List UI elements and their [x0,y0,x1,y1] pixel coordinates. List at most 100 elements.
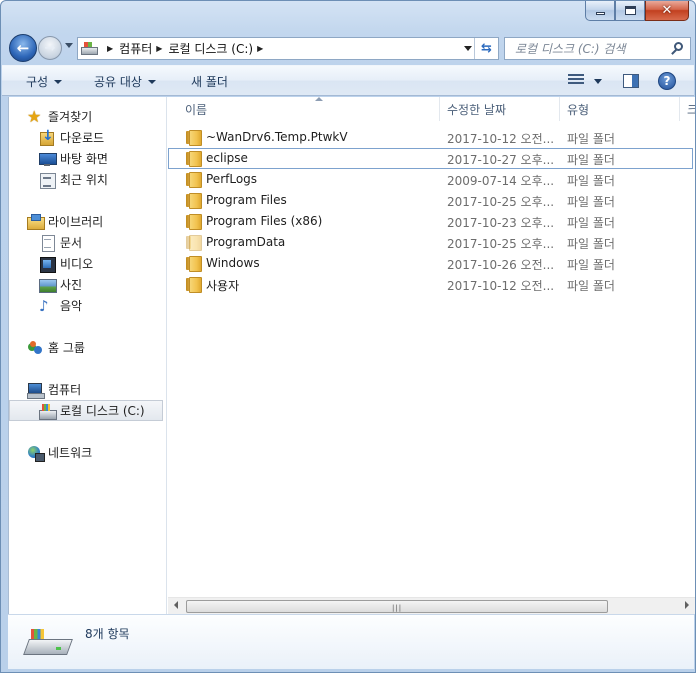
nav-homegroup[interactable]: 홈 그룹 [9,337,167,358]
search-icon[interactable] [671,42,684,55]
nav-desktop-label: 바탕 화면 [60,152,108,166]
change-view-icon[interactable] [568,74,584,87]
file-row[interactable]: 사용자 2017-10-12 오전... 파일 폴더 [168,274,695,295]
organize-button[interactable]: 구성 [26,73,63,90]
horizontal-scrollbar[interactable]: ||| [168,597,695,614]
maximize-button[interactable] [615,1,645,21]
homegroup-group: 홈 그룹 [9,337,167,358]
help-icon[interactable]: ? [658,72,676,90]
details-pane: 8개 항목 [8,614,694,669]
search-box[interactable] [504,37,691,60]
nav-favorites-label: 즐겨찾기 [48,110,93,124]
breadcrumb-local-disk[interactable]: 로컬 디스크 (C:) [168,40,253,57]
preview-pane-icon[interactable] [623,74,639,88]
recent-pages-dropdown[interactable] [65,43,73,48]
share-with-button[interactable]: 공유 대상 [94,73,156,90]
libraries-group: 라이브러리 문서 비디오 사진 ♪ 음악 [9,211,167,316]
nav-documents[interactable]: 문서 [9,232,167,253]
close-button[interactable]: ✕ [645,1,689,21]
file-row[interactable]: ProgramData 2017-10-25 오후... 파일 폴더 [168,232,695,253]
nav-favorites[interactable]: ★ 즐겨찾기 [9,106,167,127]
desktop-icon [39,151,57,167]
file-row[interactable]: Program Files 2017-10-25 오후... 파일 폴더 [168,190,695,211]
column-header-type[interactable]: 유형 [560,97,680,121]
downloads-icon [39,128,55,146]
refresh-button[interactable]: ⇆ [474,38,498,59]
folder-icon [186,193,202,209]
breadcrumb-separator-icon[interactable]: ▶ [156,44,162,53]
nav-pictures[interactable]: 사진 [9,274,167,295]
scroll-right-icon[interactable] [685,601,689,609]
minimize-button[interactable] [585,1,615,21]
breadcrumb-separator-icon[interactable]: ▶ [257,44,263,53]
star-icon: ★ [27,106,42,126]
nav-desktop[interactable]: 바탕 화면 [9,148,167,169]
nav-downloads[interactable]: 다운로드 [9,127,167,148]
address-bar[interactable]: ▶ 컴퓨터 ▶ 로컬 디스크 (C:) ▶ ⇆ [77,37,499,60]
close-icon: ✕ [661,3,673,18]
command-bar: 구성 공유 대상 새 폴더 ? [2,65,694,96]
homegroup-icon [27,340,43,356]
grip-icon: ||| [392,604,403,612]
folder-icon [186,256,202,272]
navigation-bar: ← → ▶ 컴퓨터 ▶ 로컬 디스크 (C:) ▶ ⇆ [9,34,691,62]
scrollbar-thumb[interactable]: ||| [186,600,608,613]
file-type: 파일 폴더 [567,279,615,293]
search-input[interactable] [515,41,665,56]
scroll-left-icon[interactable] [174,601,178,609]
nav-local-disk-label: 로컬 디스크 (C:) [60,404,145,418]
item-count: 8개 항목 [85,627,130,641]
maximize-icon [624,6,636,15]
nav-computer[interactable]: 컴퓨터 [9,379,167,400]
nav-videos[interactable]: 비디오 [9,253,167,274]
chevron-down-icon [147,79,156,84]
column-date-label: 수정한 날짜 [447,103,507,117]
file-row[interactable]: PerfLogs 2009-07-14 오후... 파일 폴더 [168,169,695,190]
nav-local-disk[interactable]: 로컬 디스크 (C:) [9,400,163,421]
column-header-size[interactable]: 크 [680,97,695,121]
file-row[interactable]: eclipse 2017-10-27 오후... 파일 폴더 [168,148,693,169]
file-list: 이름 수정한 날짜 유형 크 ~WanDrv6.Temp.PtwkV 2017-… [168,97,695,614]
file-row[interactable]: ~WanDrv6.Temp.PtwkV 2017-10-12 오전... 파일 … [168,127,695,148]
file-type: 파일 폴더 [567,174,615,188]
file-name: 사용자 [206,279,240,293]
file-rows: ~WanDrv6.Temp.PtwkV 2017-10-12 오전... 파일 … [168,127,695,295]
file-date: 2017-10-25 오후... [447,237,555,251]
video-icon [39,256,56,273]
breadcrumb-computer[interactable]: 컴퓨터 [119,40,152,57]
computer-icon [27,382,45,399]
file-type: 파일 폴더 [567,195,615,209]
file-date: 2017-10-25 오후... [447,195,555,209]
address-history-dropdown[interactable] [464,46,472,51]
nav-music[interactable]: ♪ 음악 [9,295,167,316]
nav-music-label: 음악 [60,299,83,313]
file-row[interactable]: Windows 2017-10-26 오전... 파일 폴더 [168,253,695,274]
documents-icon [39,234,55,252]
new-folder-button[interactable]: 새 폴더 [191,73,228,90]
file-row[interactable]: Program Files (x86) 2017-10-23 오후... 파일 … [168,211,695,232]
folder-icon [186,130,202,146]
explorer-window: ✕ ← → ▶ 컴퓨터 ▶ 로컬 디스크 (C:) ▶ ⇆ 구성 공유 대상 새… [0,0,696,673]
nav-pictures-label: 사진 [60,278,83,292]
view-options-dropdown[interactable] [594,79,602,84]
column-header-name[interactable]: 이름 [178,97,440,121]
file-date: 2009-07-14 오후... [447,174,555,188]
minimize-icon [595,12,605,15]
new-folder-label: 새 폴더 [191,75,228,89]
nav-recent-places[interactable]: 최근 위치 [9,169,167,190]
nav-network[interactable]: 네트워크 [9,442,167,463]
breadcrumb-separator-icon[interactable]: ▶ [107,44,113,53]
file-name: PerfLogs [206,172,258,186]
column-header-date[interactable]: 수정한 날짜 [440,97,560,121]
nav-libraries[interactable]: 라이브러리 [9,211,167,232]
nav-downloads-label: 다운로드 [60,131,105,145]
nav-homegroup-label: 홈 그룹 [48,341,85,355]
forward-button[interactable]: → [38,36,62,60]
file-date: 2017-10-23 오후... [447,216,555,230]
network-group: 네트워크 [9,442,167,463]
file-name: ~WanDrv6.Temp.PtwkV [206,130,348,144]
back-button[interactable]: ← [9,34,37,62]
column-type-label: 유형 [567,103,590,117]
recent-places-icon [39,172,56,189]
nav-videos-label: 비디오 [60,257,94,271]
